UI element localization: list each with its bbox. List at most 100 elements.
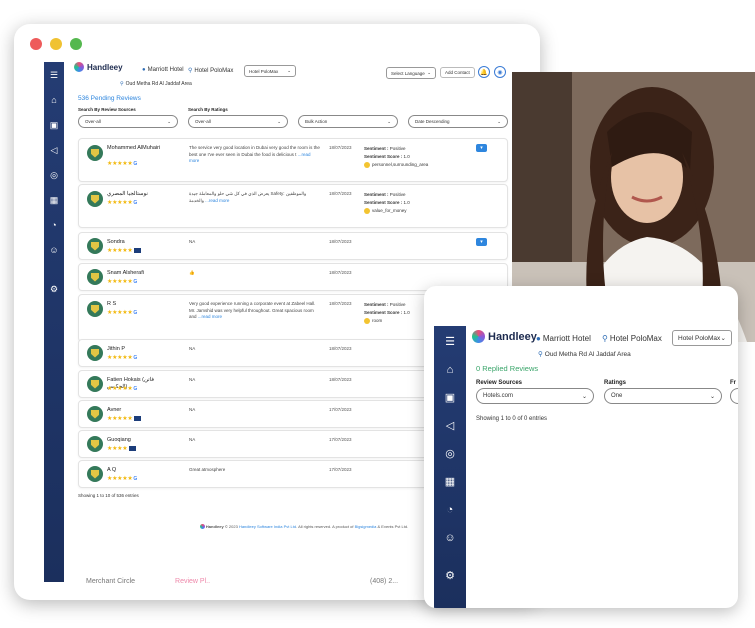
- partner-link[interactable]: Bigsigmedia: [355, 524, 377, 529]
- google-icon: G: [133, 355, 137, 361]
- review-sources-select[interactable]: Hotels.com ⌄: [476, 388, 594, 404]
- google-icon: G: [133, 200, 137, 206]
- pin-icon: ⚲: [188, 68, 193, 74]
- avatar: [87, 436, 103, 452]
- reviewer-name: نوستالجيا المصري: [107, 191, 148, 197]
- home-icon[interactable]: ⌂: [47, 93, 61, 107]
- reviewer-name: A Q: [107, 467, 117, 473]
- google-icon: G: [133, 161, 137, 167]
- chevron-down-icon: ⌄: [720, 335, 726, 342]
- bell-icon[interactable]: 🔔: [478, 66, 490, 78]
- read-more-link[interactable]: ...read more: [198, 314, 222, 319]
- reviews-icon[interactable]: ▣: [47, 118, 61, 132]
- review-card[interactable]: نوستالجيا المصري ★★★★★G يعرض الذي في كل …: [78, 184, 508, 228]
- analytics-icon[interactable]: ◔: [47, 218, 61, 232]
- hotel-select[interactable]: Hotel PoloMax ⌄: [244, 65, 296, 77]
- review-date: 18/07/2023: [329, 346, 352, 351]
- chevron-down-icon: ⌄: [167, 118, 171, 124]
- settings-icon[interactable]: ⚙: [442, 568, 458, 584]
- rating-stars: ★★★★★G: [107, 476, 137, 482]
- review-date: 18/07/2023: [329, 301, 352, 306]
- menu-icon[interactable]: ☰: [442, 334, 458, 350]
- rating-stars: ★★★★★G: [107, 200, 137, 206]
- rating-stars: ★★★★★: [107, 415, 142, 422]
- hotel-chain: ● Marriott Hotel: [142, 67, 184, 73]
- reviews-icon[interactable]: ▣: [442, 390, 458, 406]
- expand-button[interactable]: ▾: [476, 238, 487, 246]
- google-icon: G: [133, 310, 137, 316]
- ratings-select[interactable]: Over-all ⌄: [188, 115, 288, 128]
- settings-icon[interactable]: ⚙: [47, 282, 61, 296]
- pin-icon: ⚲: [120, 81, 124, 87]
- review-sources-label: Search By Review Sources: [78, 107, 136, 112]
- users-icon[interactable]: ☺: [442, 530, 458, 546]
- megaphone-icon[interactable]: ◁: [442, 418, 458, 434]
- rating-stars: ★★★★★G: [107, 279, 137, 285]
- expand-button[interactable]: ▾: [476, 144, 487, 152]
- person-icon: ●: [142, 67, 146, 73]
- analytics-icon[interactable]: ◔: [442, 502, 458, 518]
- globe-icon[interactable]: ◎: [47, 168, 61, 182]
- megaphone-icon[interactable]: ◁: [47, 143, 61, 157]
- chevron-down-icon: ⌄: [709, 393, 715, 400]
- smile-icon: [364, 161, 370, 168]
- brand-logo[interactable]: Handleey: [74, 62, 123, 72]
- review-text: 👍: [189, 270, 195, 275]
- hotel-location: ⚲ Hotel PoloMax: [188, 67, 234, 75]
- avatar: [87, 345, 103, 361]
- avatar: [87, 269, 103, 285]
- review-text: NA: [189, 346, 196, 351]
- hotel-location: ⚲ Hotel PoloMax: [602, 334, 662, 343]
- pin-icon: ⚲: [538, 351, 543, 358]
- pending-reviews-title: 536 Pending Reviews: [78, 95, 141, 102]
- sidebar: ☰ ⌂ ▣ ◁ ◎ ▦ ◔ ☺ ⚙: [434, 326, 466, 608]
- avatar: [87, 466, 103, 482]
- review-text: NA: [189, 377, 196, 382]
- add-contact-button[interactable]: Add Contact: [440, 67, 475, 78]
- ratings-select[interactable]: One ⌄: [604, 388, 722, 404]
- language-select[interactable]: Select Language ⌄: [386, 67, 436, 79]
- review-date: 18/07/2023: [329, 270, 352, 275]
- qr-icon[interactable]: ▦: [442, 474, 458, 490]
- sort-select[interactable]: Date Descending ⌄: [408, 115, 508, 128]
- avatar: [87, 238, 103, 254]
- extra-select[interactable]: [730, 388, 738, 404]
- reviewer-name: Sondra: [107, 239, 125, 245]
- rating-stars: ★★★★★G: [107, 386, 137, 392]
- sentiment-block: Sentiment : Positive Sentiment Score : 1…: [364, 302, 410, 324]
- review-card[interactable]: Mohammed AlMuhairi ★★★★★G The service ve…: [78, 138, 508, 182]
- sentiment-block: Sentiment : Positive Sentiment Score : 1…: [364, 146, 429, 168]
- review-date: 17/07/2023: [329, 437, 352, 442]
- review-date: 18/07/2023: [329, 239, 352, 244]
- profile-icon[interactable]: ◉: [494, 66, 506, 78]
- review-text: NA: [189, 437, 196, 442]
- ratings-label: Search By Ratings: [188, 107, 228, 112]
- close-dot[interactable]: [30, 38, 42, 50]
- review-sources-label: Review Sources: [476, 380, 523, 386]
- brand-logo[interactable]: Handleey: [472, 330, 537, 343]
- read-more-link[interactable]: ...read more: [205, 198, 229, 203]
- replied-content: Handleey ● Marriott Hotel ⚲ Hotel PoloMa…: [472, 326, 738, 608]
- google-icon: G: [133, 386, 137, 392]
- brand-name: Handleey: [87, 62, 123, 72]
- company-link[interactable]: Handleey Software India Pvt Ltd: [239, 524, 296, 529]
- rating-stars: ★★★★★G: [107, 161, 137, 167]
- pin-icon: ⚲: [602, 334, 608, 343]
- review-card[interactable]: Sondra ★★★★★ NA 18/07/2023 ▾: [78, 232, 508, 260]
- bulk-action-select[interactable]: Bulk Action ⌄: [298, 115, 398, 128]
- minimize-dot[interactable]: [50, 38, 62, 50]
- menu-icon[interactable]: ☰: [47, 68, 61, 82]
- booking-icon: [129, 445, 137, 451]
- hotel-select[interactable]: Hotel PoloMax ⌄: [672, 330, 732, 346]
- reviewer-name: Avner: [107, 407, 122, 413]
- maximize-dot[interactable]: [70, 38, 82, 50]
- review-sources-select[interactable]: Over-all ⌄: [78, 115, 178, 128]
- qr-icon[interactable]: ▦: [47, 193, 61, 207]
- replied-reviews-title: 0 Replied Reviews: [476, 364, 539, 373]
- users-icon[interactable]: ☺: [47, 243, 61, 257]
- globe-icon[interactable]: ◎: [442, 446, 458, 462]
- home-icon[interactable]: ⌂: [442, 362, 458, 378]
- rating-stars: ★★★★★G: [107, 355, 137, 361]
- avatar: [87, 376, 103, 392]
- booking-icon: [134, 415, 142, 421]
